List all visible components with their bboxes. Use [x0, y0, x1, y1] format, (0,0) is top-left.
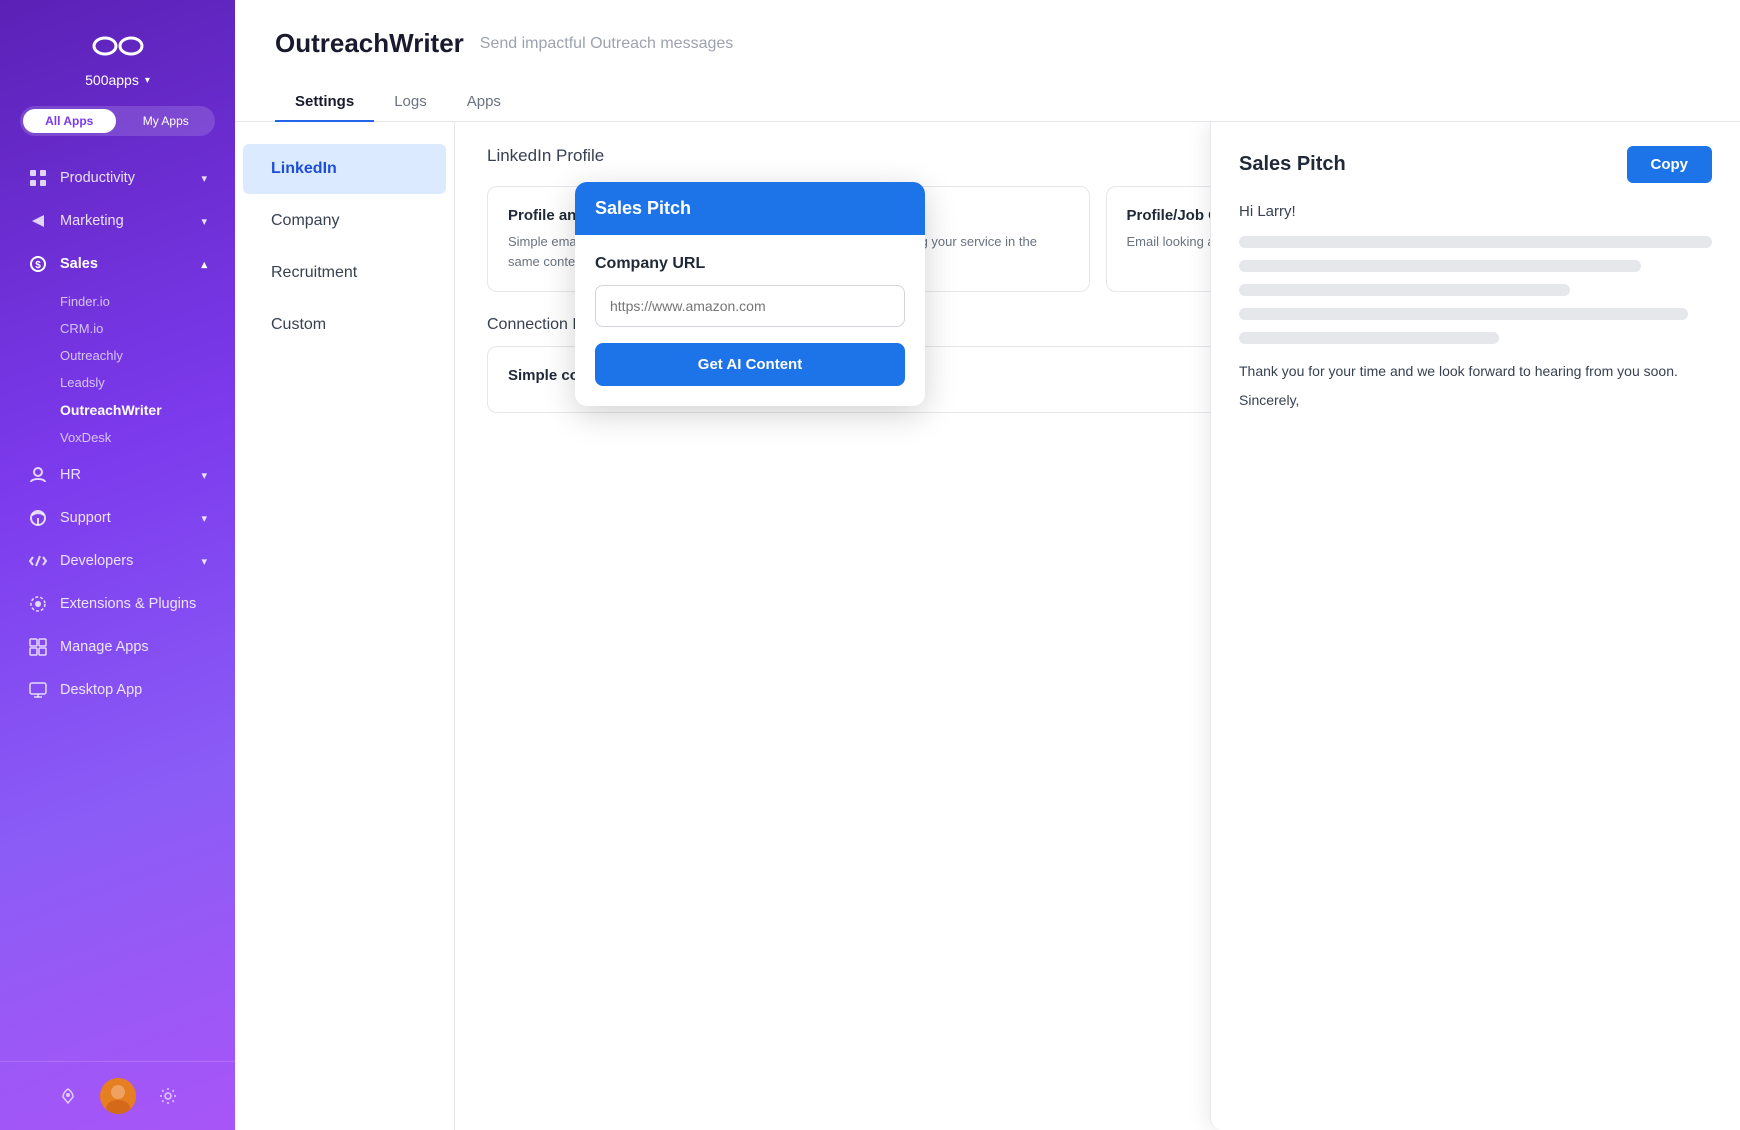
chevron-down-icon: ▾ [201, 469, 207, 482]
all-apps-tab[interactable]: All Apps [23, 109, 116, 133]
company-url-label: Company URL [595, 255, 905, 273]
desktop-icon [28, 680, 48, 700]
sidebar-item-desktop-app[interactable]: Desktop App [8, 669, 227, 711]
support-icon [28, 508, 48, 528]
sidebar-item-label: Desktop App [60, 682, 142, 698]
get-ai-content-button[interactable]: Get AI Content [595, 343, 905, 386]
placeholder-line-2 [1239, 260, 1641, 272]
popup-header: Sales Pitch [575, 182, 925, 235]
sidebar-item-sales[interactable]: $ Sales ▴ [8, 243, 227, 285]
subitem-outreachly[interactable]: Outreachly [52, 342, 235, 369]
sales-pitch-panel: Sales Pitch Copy Hi Larry! Thank you for… [1210, 122, 1740, 1130]
sidebar-item-productivity[interactable]: Productivity ▾ [8, 157, 227, 199]
chevron-down-icon: ▾ [201, 172, 207, 185]
settings-item-linkedin[interactable]: LinkedIn [243, 144, 446, 194]
svg-text:$: $ [35, 260, 41, 271]
chevron-down-icon: ▾ [201, 215, 207, 228]
placeholder-line-1 [1239, 236, 1712, 248]
hr-icon [28, 465, 48, 485]
sidebar-item-label: Marketing [60, 213, 124, 229]
sidebar-item-label: Productivity [60, 170, 135, 186]
page-subtitle: Send impactful Outreach messages [480, 35, 733, 53]
sidebar-item-extensions[interactable]: Extensions & Plugins [8, 583, 227, 625]
sales-icon: $ [28, 254, 48, 274]
settings-item-company[interactable]: Company [243, 196, 446, 246]
settings-item-custom[interactable]: Custom [243, 300, 446, 350]
extensions-icon [28, 594, 48, 614]
company-url-input[interactable] [595, 285, 905, 327]
tab-logs[interactable]: Logs [374, 83, 447, 122]
placeholder-line-5 [1239, 332, 1499, 344]
manage-apps-icon [28, 637, 48, 657]
sidebar-item-label: Sales [60, 256, 98, 272]
brand-row[interactable]: 500apps ▾ [85, 72, 150, 88]
pitch-content: Hi Larry! Thank you for your time and we… [1239, 203, 1712, 408]
placeholder-line-3 [1239, 284, 1570, 296]
tab-apps[interactable]: Apps [447, 83, 521, 122]
tab-settings[interactable]: Settings [275, 83, 374, 122]
settings-item-recruitment[interactable]: Recruitment [243, 248, 446, 298]
panel-header: Sales Pitch Copy [1239, 146, 1712, 183]
subitem-outreachwriter[interactable]: OutreachWriter [52, 396, 235, 424]
brand-chevron-icon: ▾ [145, 75, 150, 86]
pitch-sincerely: Sincerely, [1239, 392, 1712, 408]
subitem-voxdesk[interactable]: VoxDesk [52, 424, 235, 451]
brand-label: 500apps [85, 72, 139, 88]
custom-popup: Sales Pitch Company URL Get AI Content [575, 182, 925, 406]
avatar[interactable] [100, 1078, 136, 1114]
sidebar-item-marketing[interactable]: Marketing ▾ [8, 200, 227, 242]
sidebar-tabs: All Apps My Apps [20, 106, 215, 136]
sales-subitems: Finder.io CRM.io Outreachly Leadsly Outr… [0, 286, 235, 453]
chevron-down-icon: ▾ [201, 555, 207, 568]
subitem-crm[interactable]: CRM.io [52, 315, 235, 342]
settings-sidebar: LinkedIn Company Recruitment Custom [235, 122, 455, 1130]
panel-title: Sales Pitch [1239, 153, 1346, 176]
sidebar-item-label: Developers [60, 553, 133, 569]
productivity-icon [28, 168, 48, 188]
main-tabs: Settings Logs Apps [275, 83, 1700, 121]
sidebar-item-hr[interactable]: HR ▾ [8, 454, 227, 496]
placeholder-line-4 [1239, 308, 1688, 320]
sidebar-item-label: HR [60, 467, 81, 483]
pitch-footer-text: Thank you for your time and we look forw… [1239, 360, 1712, 384]
sidebar: 500apps ▾ All Apps My Apps Productivity … [0, 0, 235, 1130]
sidebar-item-label: Extensions & Plugins [60, 596, 196, 612]
chevron-down-icon: ▾ [201, 512, 207, 525]
sidebar-item-label: Manage Apps [60, 639, 149, 655]
popup-title: Sales Pitch [595, 198, 691, 218]
chevron-up-icon: ▴ [201, 258, 207, 271]
subitem-leadsly[interactable]: Leadsly [52, 369, 235, 396]
marketing-icon [28, 211, 48, 231]
popup-body: Company URL Get AI Content [575, 235, 925, 406]
content-area: LinkedIn Company Recruitment Custom Link… [235, 122, 1740, 1130]
sidebar-item-label: Support [60, 510, 111, 526]
sidebar-item-developers[interactable]: Developers ▾ [8, 540, 227, 582]
main-header: OutreachWriter Send impactful Outreach m… [235, 0, 1740, 122]
my-apps-tab[interactable]: My Apps [120, 109, 213, 133]
sidebar-footer [0, 1061, 235, 1130]
sidebar-item-support[interactable]: Support ▾ [8, 497, 227, 539]
rocket-icon[interactable] [52, 1080, 84, 1112]
main-content: OutreachWriter Send impactful Outreach m… [235, 0, 1740, 1130]
copy-button[interactable]: Copy [1627, 146, 1713, 183]
subitem-finder[interactable]: Finder.io [52, 288, 235, 315]
sidebar-nav: Productivity ▾ Marketing ▾ $ Sales ▴ Fin… [0, 156, 235, 1061]
page-title: OutreachWriter [275, 28, 464, 59]
developers-icon [28, 551, 48, 571]
pitch-greeting: Hi Larry! [1239, 203, 1712, 220]
logo-icon [90, 28, 146, 64]
sidebar-logo: 500apps ▾ [0, 0, 235, 106]
sidebar-item-manage-apps[interactable]: Manage Apps [8, 626, 227, 668]
settings-icon[interactable] [152, 1080, 184, 1112]
